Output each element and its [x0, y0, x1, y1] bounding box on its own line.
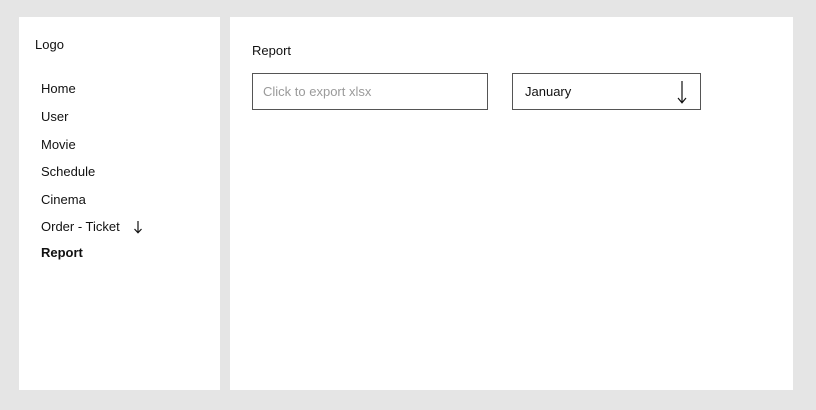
main-panel: Report January: [230, 17, 793, 390]
month-select[interactable]: January: [512, 73, 701, 110]
arrow-down-icon: [133, 221, 142, 234]
sidebar-item-label: Home: [41, 81, 76, 96]
export-xlsx-input[interactable]: [252, 73, 488, 110]
sidebar-item-user[interactable]: User: [41, 108, 68, 126]
page-title: Report: [252, 43, 292, 58]
month-select-value: January: [525, 84, 572, 99]
sidebar-item-movie[interactable]: Movie: [41, 136, 76, 154]
sidebar-item-home[interactable]: Home: [41, 80, 76, 98]
logo: Logo: [35, 37, 64, 52]
sidebar-item-label: User: [41, 109, 69, 124]
sidebar-item-order-ticket[interactable]: Order - Ticket: [41, 218, 143, 236]
sidebar-item-report[interactable]: Report: [41, 244, 83, 262]
sidebar-item-label: Cinema: [41, 192, 86, 207]
sidebar: Logo Home User Movie Schedule Cinema Ord…: [19, 17, 220, 390]
sidebar-item-label: Report: [41, 245, 83, 260]
sidebar-item-label: Order - Ticket: [41, 219, 120, 234]
sidebar-item-schedule[interactable]: Schedule: [41, 163, 95, 181]
arrow-down-icon: [677, 80, 687, 104]
sidebar-item-label: Schedule: [41, 164, 96, 179]
sidebar-item-cinema[interactable]: Cinema: [41, 191, 86, 209]
sidebar-item-label: Movie: [41, 137, 76, 152]
